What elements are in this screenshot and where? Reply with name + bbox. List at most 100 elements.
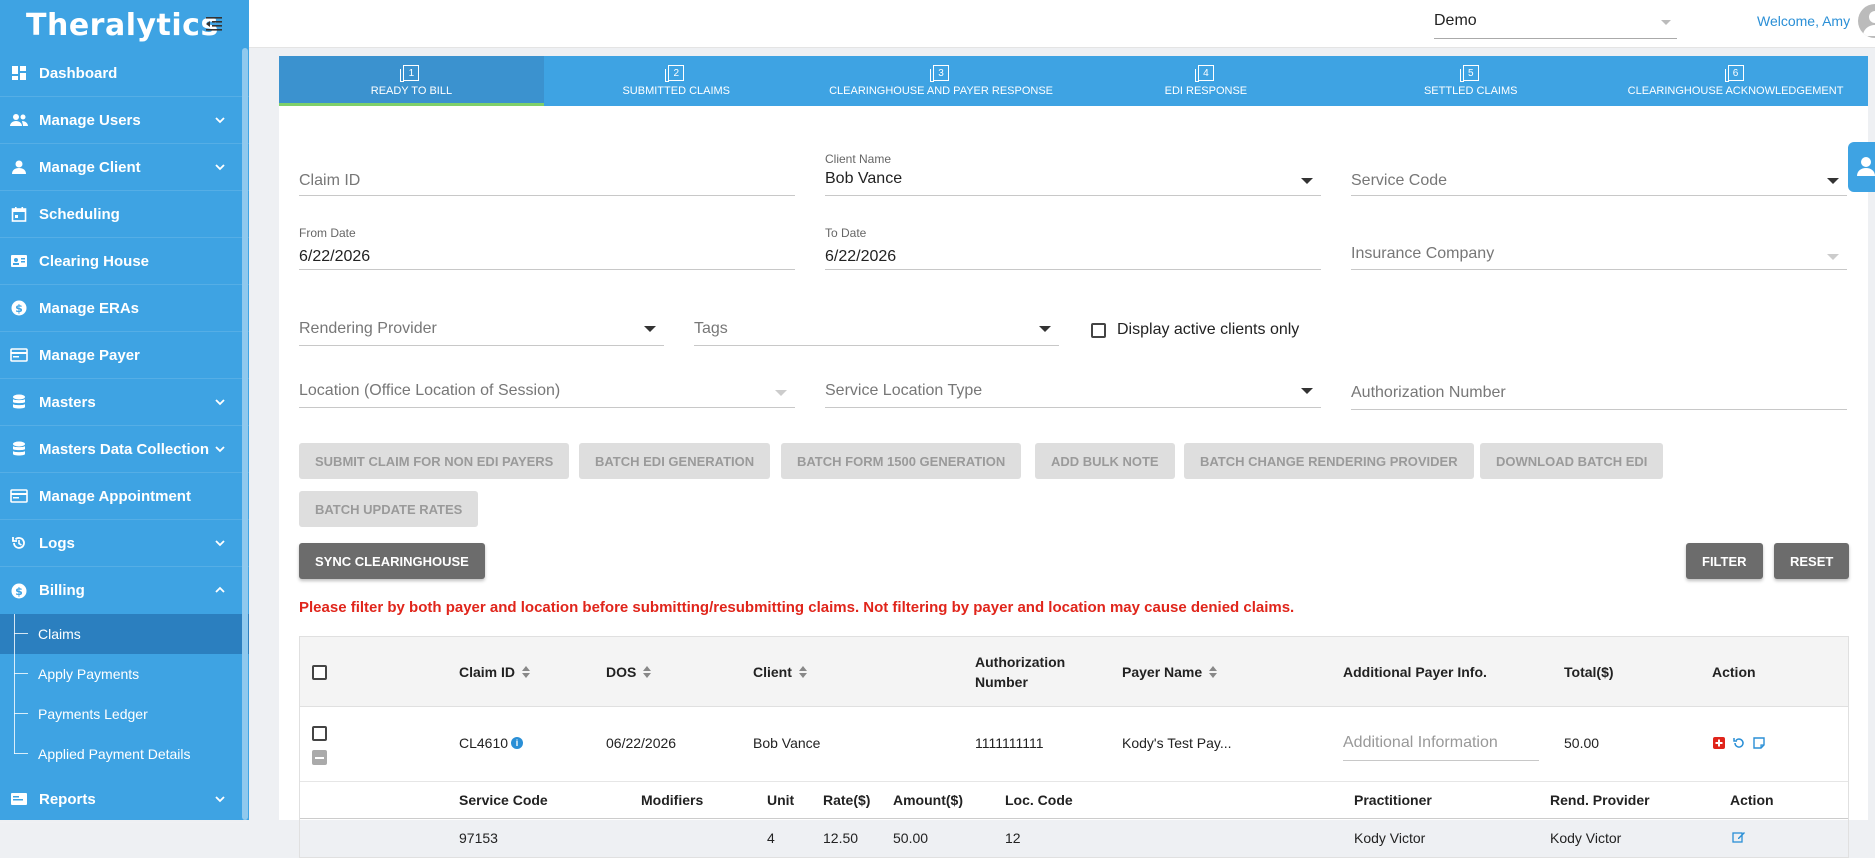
info-icon[interactable]: i [511, 737, 524, 749]
sidebar-item-logs[interactable]: Logs [0, 520, 249, 567]
reset-button[interactable]: RESET [1774, 543, 1850, 579]
sidebar-item-dashboard[interactable]: Dashboard [0, 50, 249, 97]
calendar-icon [10, 205, 28, 223]
select-all-cell [312, 637, 327, 707]
additional-info-input[interactable]: Additional Information [1343, 725, 1539, 761]
history-icon[interactable] [1732, 736, 1746, 750]
chevron-down-icon [215, 540, 225, 547]
location-select[interactable]: Location (Office Location of Session) [299, 376, 795, 408]
from-date-value: 6/22/2026 [299, 248, 371, 265]
header-dos[interactable]: DOS [606, 637, 652, 707]
sidebar-item-billing[interactable]: $ Billing [0, 567, 249, 614]
batch-update-rates-button[interactable]: BATCH UPDATE RATES [299, 491, 479, 527]
sidebar-subitem-label: Apply Payments [38, 666, 140, 682]
active-clients-toggle[interactable]: Display active clients only [1091, 321, 1299, 339]
authorization-number-input[interactable]: Authorization Number [1351, 376, 1847, 410]
sidebar-item-masters-data-collection[interactable]: Masters Data Collection [0, 426, 249, 473]
header-payer-name[interactable]: Payer Name [1122, 637, 1218, 707]
tab-label: CLEARINGHOUSE AND PAYER RESPONSE [829, 85, 1054, 97]
select-all-checkbox[interactable] [312, 664, 327, 680]
database-icon [10, 393, 28, 411]
sidebar-scrollbar[interactable] [242, 48, 248, 820]
header-label: Number [975, 674, 1028, 690]
sync-clearinghouse-button[interactable]: SYNC CLEARINGHOUSE [299, 543, 485, 579]
sort-icon [798, 665, 807, 679]
sidebar-item-reports[interactable]: Reports [0, 776, 249, 823]
tab-edi-response[interactable]: 4 EDI RESPONSE [1073, 56, 1338, 106]
rendering-provider-select[interactable]: Rendering Provider [299, 314, 664, 346]
authorization-cell: 1111111111 [975, 735, 1044, 751]
sidebar-item-scheduling[interactable]: Scheduling [0, 191, 249, 238]
add-bulk-note-button[interactable]: ADD BULK NOTE [1035, 443, 1175, 479]
sidebar-item-label: Dashboard [39, 64, 118, 82]
service-code-cell: 97153 [459, 830, 498, 846]
submit-non-edi-button[interactable]: SUBMIT CLAIM FOR NON EDI PAYERS [299, 443, 570, 479]
service-code-placeholder: Service Code [1351, 172, 1448, 189]
batch-change-rendering-provider-button[interactable]: BATCH CHANGE RENDERING PROVIDER [1184, 443, 1474, 479]
subheader-unit: Unit [767, 792, 795, 808]
contact-panel-tab[interactable] [1848, 142, 1875, 192]
add-icon[interactable] [1712, 736, 1726, 750]
sidebar-subitem-applied-payment-details[interactable]: Applied Payment Details [0, 734, 249, 774]
tab-ready-to-bill[interactable]: 1 READY TO BILL [279, 56, 544, 106]
service-line-row[interactable]: 97153 4 12.50 50.00 12 Kody Victor Kody … [300, 819, 1848, 857]
collapse-row-icon[interactable] [312, 750, 327, 765]
edit-icon[interactable] [1732, 830, 1746, 844]
header-label: Action [1712, 664, 1756, 680]
sidebar-item-manage-client[interactable]: Manage Client [0, 144, 249, 191]
dollar-circle-icon: $ [10, 299, 28, 317]
tags-select[interactable]: Tags [694, 314, 1059, 346]
sidebar-subitem-payments-ledger[interactable]: Payments Ledger [0, 694, 249, 734]
person-icon [1857, 157, 1875, 176]
edit-service-line[interactable] [1732, 830, 1746, 844]
claims-tabs: 1 READY TO BILL 2 SUBMITTED CLAIMS 3 CLE… [279, 56, 1868, 106]
sidebar-subitem-claims[interactable]: Claims [0, 614, 249, 654]
service-code-select[interactable]: Service Code [1351, 166, 1847, 196]
claim-id-cell[interactable]: CL4610 i [459, 735, 524, 751]
sidebar-item-manage-eras[interactable]: $ Manage ERAs [0, 285, 249, 332]
sidebar-item-manage-users[interactable]: Manage Users [0, 97, 249, 144]
service-location-type-placeholder: Service Location Type [825, 382, 983, 399]
logo[interactable]: Theralytics [0, 0, 249, 50]
batch-edi-generation-button[interactable]: BATCH EDI GENERATION [579, 443, 771, 479]
from-date-input[interactable]: From Date 6/22/2026 [299, 226, 795, 270]
tab-clearinghouse-acknowledgement[interactable]: 6 CLEARINGHOUSE ACKNOWLEDGEMENT [1603, 56, 1868, 106]
sidebar-item-clearing-house[interactable]: Clearing House [0, 238, 249, 285]
download-batch-edi-button[interactable]: DOWNLOAD BATCH EDI [1480, 443, 1664, 479]
id-card-icon [10, 252, 28, 270]
sidebar-item-masters[interactable]: Masters [0, 379, 249, 426]
sidebar-subitem-apply-payments[interactable]: Apply Payments [0, 654, 249, 694]
sidebar-item-manage-payer[interactable]: Manage Payer [0, 332, 249, 379]
welcome-text[interactable]: Welcome, Amy [1757, 13, 1850, 29]
organization-select[interactable]: Demo [1434, 6, 1677, 39]
tab-settled-claims[interactable]: 5 SETTLED CLAIMS [1338, 56, 1603, 106]
service-location-type-select[interactable]: Service Location Type [825, 376, 1321, 408]
client-name-label: Client Name [825, 152, 892, 166]
batch-form-1500-button[interactable]: BATCH FORM 1500 GENERATION [781, 443, 1022, 479]
tab-number-icon: 5 [1459, 65, 1479, 82]
avatar[interactable] [1858, 4, 1875, 38]
table-row[interactable]: CL4610 i 06/22/2026 Bob Vance 1111111111… [300, 707, 1848, 782]
tab-label: EDI RESPONSE [1164, 85, 1248, 97]
header-label: Additional Payer Info. [1343, 664, 1487, 680]
dropdown-arrow-icon [1039, 326, 1051, 332]
tab-clearinghouse-payer-response[interactable]: 3 CLEARINGHOUSE AND PAYER RESPONSE [809, 56, 1074, 106]
active-clients-checkbox[interactable] [1091, 322, 1106, 338]
to-date-input[interactable]: To Date 6/22/2026 [825, 226, 1321, 270]
tab-submitted-claims[interactable]: 2 SUBMITTED CLAIMS [544, 56, 809, 106]
client-name-value: Bob Vance [825, 170, 903, 187]
sidebar-item-manage-appointment[interactable]: Manage Appointment [0, 473, 249, 520]
claim-id-input[interactable]: Claim ID [299, 166, 795, 196]
header-client[interactable]: Client [753, 637, 807, 707]
subheader-service-code: Service Code [459, 792, 548, 808]
insurance-company-select[interactable]: Insurance Company [1351, 240, 1847, 270]
note-icon[interactable] [1752, 736, 1766, 750]
collapse-menu-icon[interactable] [203, 13, 225, 35]
header-claim-id[interactable]: Claim ID [459, 637, 531, 707]
sidebar-item-label: Manage Client [39, 158, 141, 176]
sidebar-item-label: Masters [39, 393, 96, 411]
filter-button[interactable]: FILTER [1686, 543, 1763, 579]
row-checkbox[interactable] [312, 726, 327, 741]
client-name-select[interactable]: Client Name Bob Vance [825, 152, 1321, 196]
card-icon [10, 346, 28, 364]
